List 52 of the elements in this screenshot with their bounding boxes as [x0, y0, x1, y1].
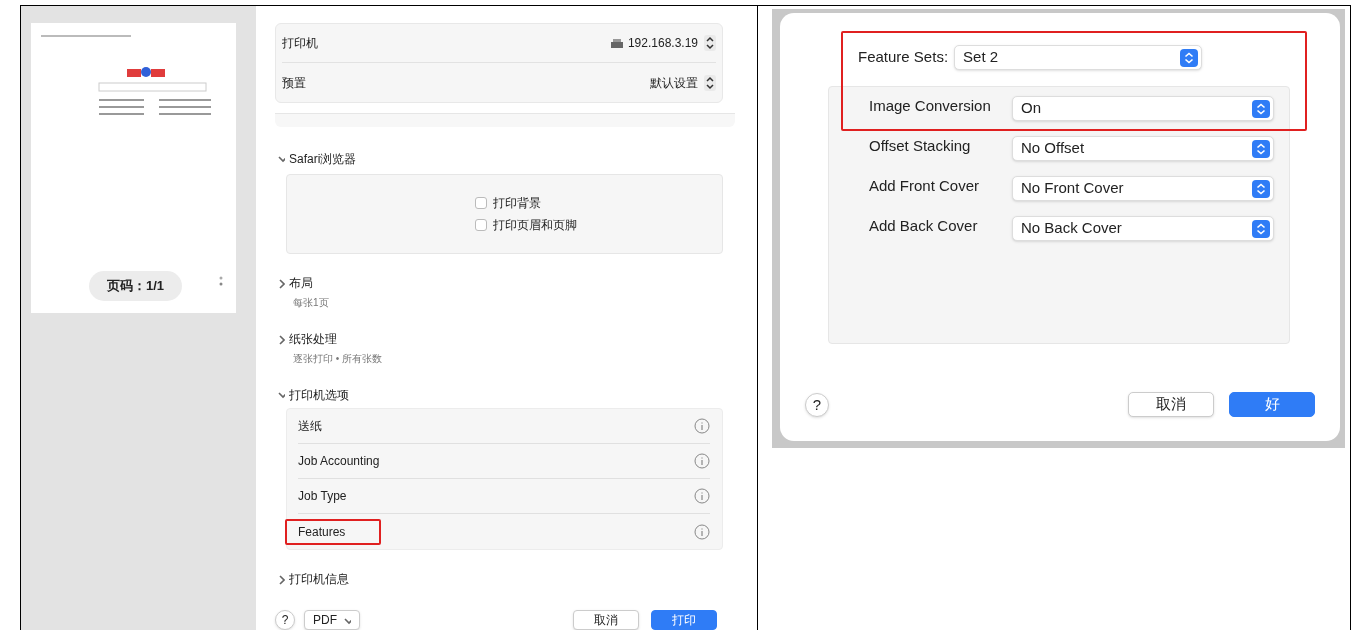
- info-icon[interactable]: [694, 488, 710, 504]
- updown-icon: [1252, 219, 1270, 238]
- field-label: Feature Sets:: [858, 47, 949, 68]
- row-label: 打印机: [282, 35, 318, 52]
- field-label: Add Back Cover: [869, 216, 979, 237]
- updown-icon: [1252, 179, 1270, 198]
- help-button[interactable]: ?: [275, 610, 295, 630]
- popup-button[interactable]: Set 2: [954, 45, 1203, 70]
- field-label: Image Conversion: [869, 96, 992, 117]
- pdf-button[interactable]: PDF: [304, 610, 360, 630]
- cancel-button[interactable]: 取消: [1128, 392, 1214, 417]
- section-summary: 每张1页: [293, 296, 330, 310]
- updown-icon: [704, 74, 716, 91]
- updown-icon: [1252, 99, 1270, 118]
- popup-button[interactable]: On: [1012, 96, 1274, 121]
- checkbox[interactable]: [474, 196, 487, 209]
- updown-icon: [704, 35, 716, 51]
- popup-button[interactable]: No Front Cover: [1012, 176, 1274, 201]
- updown-icon: [1180, 48, 1199, 67]
- popup-button[interactable]: No Offset: [1012, 136, 1274, 161]
- list-item[interactable]: Job Accounting: [298, 452, 380, 470]
- cancel-button[interactable]: 取消: [573, 610, 639, 630]
- print-button[interactable]: 打印: [651, 610, 717, 630]
- section-summary: 逐张打印 • 所有张数: [293, 352, 384, 366]
- section-title[interactable]: Safari浏览器: [289, 149, 357, 168]
- field-label: Offset Stacking: [869, 136, 972, 157]
- page-counter: 页码：1/1: [89, 271, 183, 301]
- popup-button[interactable]: No Back Cover: [1012, 216, 1274, 241]
- info-icon[interactable]: [694, 418, 710, 434]
- chevron-down-icon[interactable]: [275, 389, 285, 401]
- section-title[interactable]: 打印机信息: [289, 570, 349, 588]
- list-item[interactable]: 送纸: [298, 417, 322, 435]
- chevron-down-icon: [341, 615, 351, 625]
- section-title[interactable]: 布局: [289, 274, 313, 292]
- popup-button[interactable]: 192.168.3.19: [627, 34, 716, 52]
- help-button[interactable]: ?: [805, 392, 829, 417]
- ok-button[interactable]: 好: [1229, 392, 1315, 417]
- scroll-dots-icon: [218, 275, 224, 287]
- section-title[interactable]: 纸张处理: [289, 330, 337, 348]
- info-icon[interactable]: [694, 453, 710, 469]
- field-label: Add Front Cover: [869, 176, 981, 197]
- updown-icon: [1252, 139, 1270, 158]
- info-icon[interactable]: [694, 523, 710, 540]
- list-item[interactable]: Job Type: [298, 487, 347, 505]
- section-title[interactable]: 打印机选项: [289, 386, 349, 404]
- printer-icon: [608, 37, 625, 49]
- popup-button[interactable]: 默认设置: [650, 73, 716, 92]
- checkbox-label: 打印页眉和页脚: [492, 216, 577, 234]
- checkbox-label: 打印背景: [492, 194, 541, 212]
- checkbox[interactable]: [474, 218, 487, 231]
- row-label: 预置: [282, 74, 306, 92]
- list-item[interactable]: Features: [298, 522, 346, 541]
